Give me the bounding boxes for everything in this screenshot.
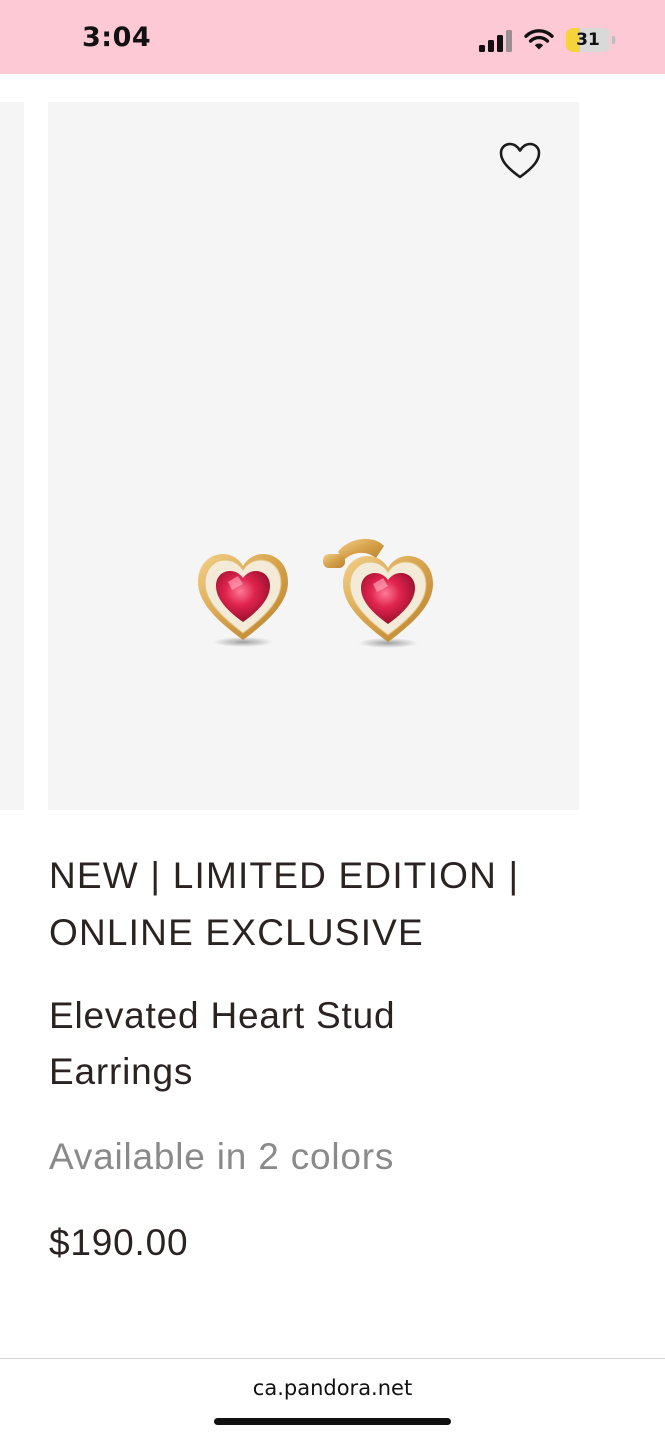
battery-body: 31 — [566, 28, 610, 52]
product-badge-line-2: ONLINE EXCLUSIVE — [49, 912, 424, 953]
wifi-icon — [524, 29, 554, 50]
page: 3:04 31 NEW | LIMITED EDITION | ONLINE E… — [0, 0, 665, 1440]
status-time: 3:04 — [82, 22, 152, 53]
heart-outline-icon — [499, 142, 541, 179]
product-name[interactable]: Elevated Heart Stud Earrings — [49, 988, 529, 1100]
product-badge-line-1: NEW | LIMITED EDITION | — [49, 855, 520, 896]
url-address[interactable]: ca.pandora.net — [0, 1376, 665, 1400]
home-indicator[interactable] — [214, 1418, 451, 1425]
product-name-line-1: Elevated Heart Stud — [49, 995, 396, 1036]
available-colors-link[interactable]: Available in 2 colors — [49, 1135, 394, 1179]
product-image-earrings — [198, 538, 433, 648]
battery-level: 31 — [576, 30, 600, 50]
previous-product-card[interactable] — [0, 102, 24, 810]
battery-cap — [612, 36, 615, 44]
product-name-line-2: Earrings — [49, 1051, 194, 1092]
cellular-signal-icon — [479, 30, 512, 52]
product-image-card[interactable] — [48, 102, 579, 810]
product-price: $190.00 — [49, 1222, 189, 1263]
product-badge: NEW | LIMITED EDITION | ONLINE EXCLUSIVE — [49, 847, 589, 961]
wishlist-button[interactable] — [497, 140, 543, 182]
status-bar: 3:04 31 — [0, 0, 665, 74]
battery-icon: 31 — [566, 28, 616, 52]
